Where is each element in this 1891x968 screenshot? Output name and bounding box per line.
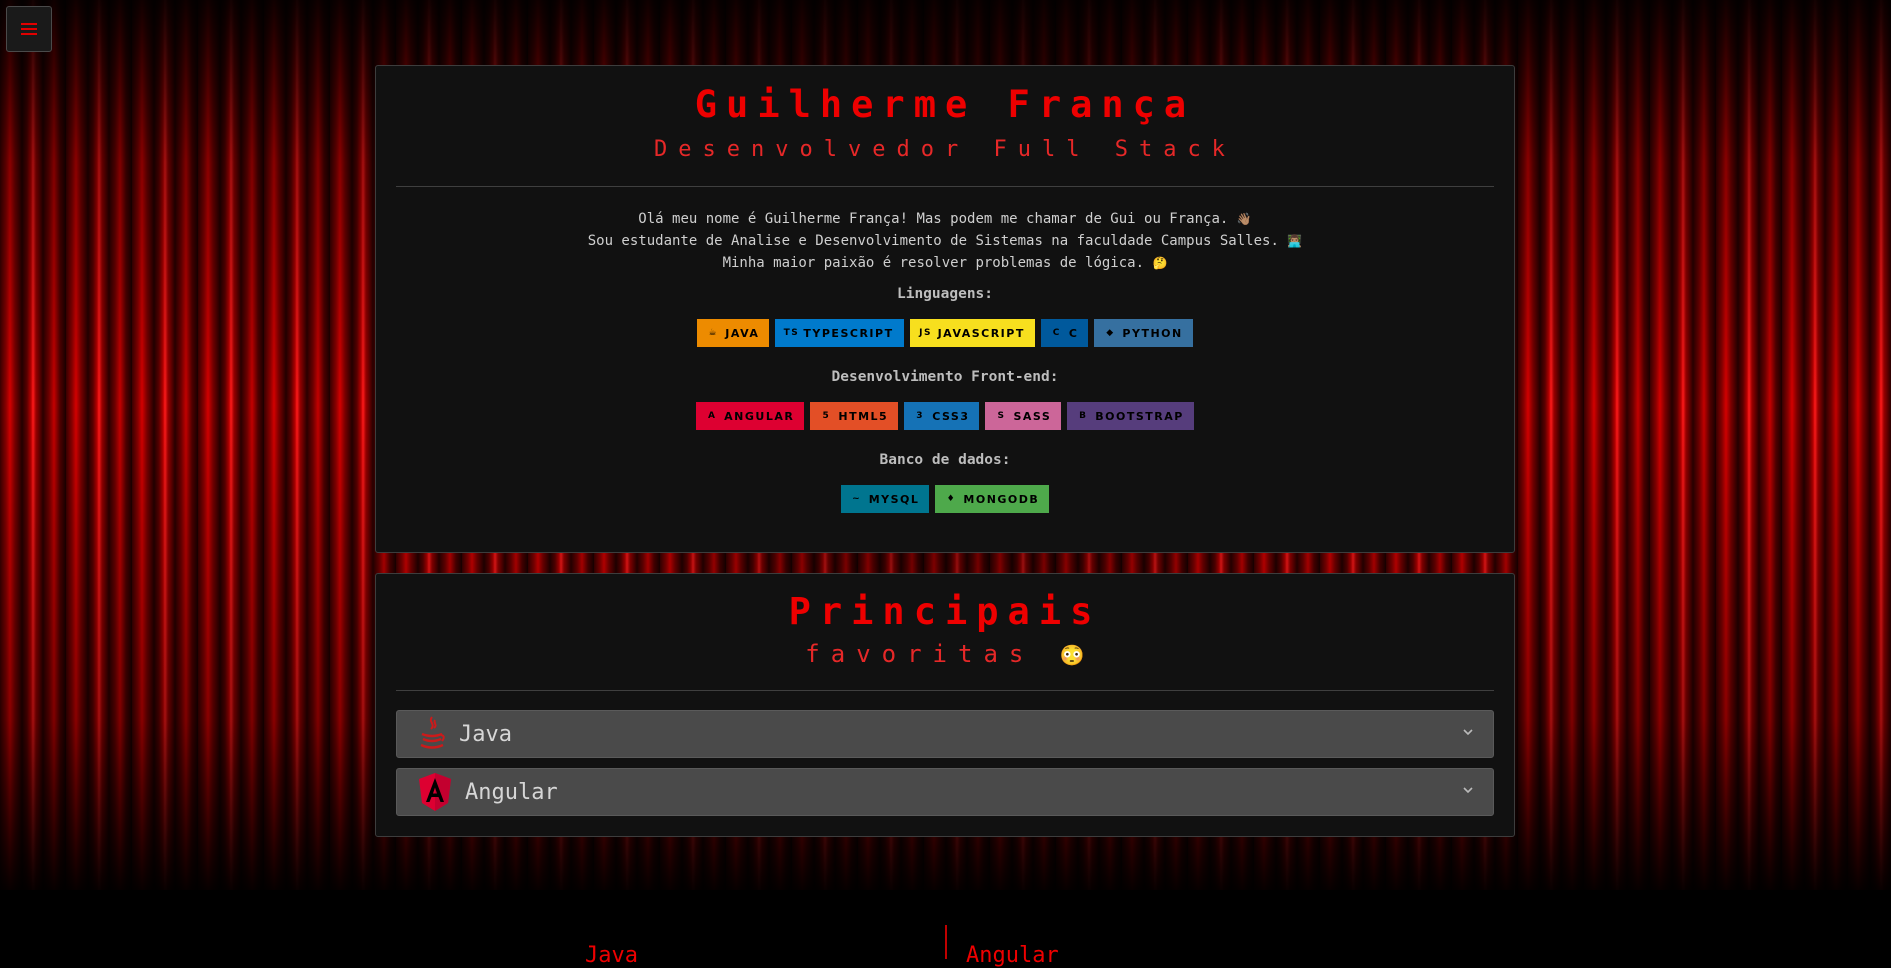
badge-bootstrap: B BOOTSTRAP	[1067, 402, 1194, 430]
profile-divider	[396, 186, 1494, 187]
favorites-card: Principais favoritas 😳 Java Angular	[375, 573, 1515, 837]
badge-label: TYPESCRIPT	[803, 326, 894, 340]
flushed-emoji: 😳	[1059, 643, 1085, 667]
accordion-angular-label: Angular	[465, 779, 558, 805]
badge-label: SASS	[1013, 409, 1052, 423]
bio-line-1: Olá meu nome é Guilherme França! Mas pod…	[376, 211, 1514, 227]
html5-icon: 5	[822, 411, 831, 421]
java-icon	[417, 714, 447, 754]
badge-typescript: TS TYPESCRIPT	[775, 319, 904, 347]
angular-icon: A	[707, 411, 717, 421]
badge-label: HTML5	[838, 409, 889, 423]
thinking-emoji: 🤔	[1152, 256, 1168, 270]
frontend-heading: Desenvolvimento Front-end:	[831, 369, 1059, 385]
java-icon: ☕	[708, 328, 719, 338]
footer-angular-heading: Angular	[966, 943, 1059, 968]
menu-toggle-button[interactable]	[6, 6, 52, 52]
hamburger-icon	[21, 23, 37, 35]
databases-heading: Banco de dados:	[879, 452, 1011, 468]
bio-line-2: Sou estudante de Analise e Desenvolvimen…	[376, 233, 1514, 249]
accordion-java[interactable]: Java	[396, 710, 1494, 758]
languages-heading: Linguagens:	[896, 286, 994, 302]
profile-role: Desenvolvedor Full Stack	[654, 137, 1236, 162]
mysql-icon: ~	[852, 494, 862, 504]
badge-label: CSS3	[932, 409, 970, 423]
badge-javascript: JS JAVASCRIPT	[909, 319, 1035, 347]
badge-label: MYSQL	[868, 492, 920, 506]
badge-label: PYTHON	[1122, 326, 1183, 340]
badge-html5: 5 HTML5	[810, 402, 899, 430]
badge-label: JAVASCRIPT	[937, 326, 1025, 340]
badge-label: JAVA	[725, 326, 760, 340]
python-icon: ◆	[1106, 328, 1115, 338]
favorites-title: Principais	[788, 590, 1102, 633]
badge-angular: A ANGULAR	[696, 402, 805, 430]
wave-emoji: 👋🏽	[1236, 212, 1252, 226]
javascript-icon: JS	[919, 328, 932, 338]
profile-card: Guilherme França Desenvolvedor Full Stac…	[375, 65, 1515, 553]
bio-text-3: Minha maior paixão é resolver problemas …	[722, 255, 1145, 271]
chevron-down-icon	[1463, 787, 1473, 794]
badge-mongodb: ♦ MONGODB	[935, 485, 1050, 513]
angular-icon	[417, 772, 453, 812]
c-icon: C	[1052, 328, 1061, 338]
badge-java: ☕ JAVA	[697, 319, 770, 347]
coder-emoji: 👨🏽‍💻	[1287, 234, 1303, 248]
frontend-badges: A ANGULAR 5 HTML5 3 CSS3 S SASS B BOOTSTRAP	[376, 402, 1514, 430]
badge-c: CC	[1040, 319, 1089, 347]
accordion-java-label: Java	[459, 721, 512, 747]
badge-label: ANGULAR	[724, 409, 795, 423]
profile-name: Guilherme França	[694, 83, 1196, 126]
badge-sass: S SASS	[985, 402, 1062, 430]
accordion-angular[interactable]: Angular	[396, 768, 1494, 816]
badge-css3: 3 CSS3	[904, 402, 980, 430]
badge-mysql: ~ MYSQL	[840, 485, 930, 513]
sass-icon: S	[997, 411, 1006, 421]
chevron-down-icon	[1463, 729, 1473, 736]
favorites-divider	[396, 690, 1494, 691]
css3-icon: 3	[916, 411, 925, 421]
badge-python: ◆ PYTHON	[1094, 319, 1193, 347]
bio-text-2: Sou estudante de Analise e Desenvolvimen…	[587, 233, 1279, 249]
bio-line-3: Minha maior paixão é resolver problemas …	[376, 255, 1514, 271]
bootstrap-icon: B	[1079, 411, 1088, 421]
badge-label: C	[1068, 326, 1079, 340]
badge-label: MONGODB	[963, 492, 1040, 506]
databases-badges: ~ MYSQL ♦ MONGODB	[376, 485, 1514, 513]
favorites-subtitle: favoritas 😳	[376, 640, 1514, 668]
badge-label: BOOTSTRAP	[1095, 409, 1184, 423]
footer-java-heading: Java	[585, 943, 638, 968]
typescript-icon: TS	[783, 328, 800, 338]
languages-badges: ☕ JAVA TS TYPESCRIPT JS JAVASCRIPT C C ◆ PYTHON	[376, 319, 1514, 347]
favorites-subtitle-text: favoritas	[805, 640, 1035, 668]
mongodb-icon: ♦	[946, 494, 957, 504]
bio-text-1: Olá meu nome é Guilherme França! Mas pod…	[638, 211, 1229, 227]
footer-separator	[945, 925, 947, 959]
